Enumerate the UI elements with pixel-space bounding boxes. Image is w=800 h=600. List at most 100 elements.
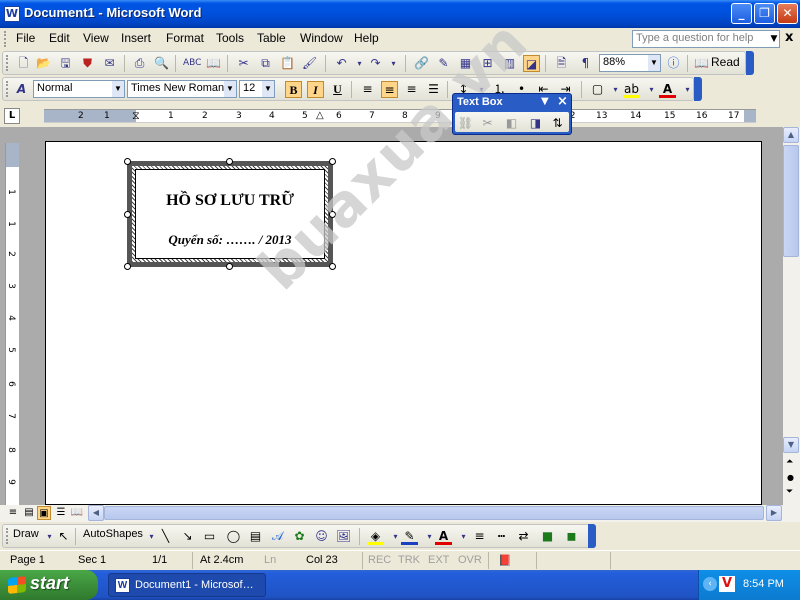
print-icon[interactable]: ⎙ (131, 55, 148, 72)
cut-icon[interactable]: ✂ (235, 55, 252, 72)
line-icon[interactable]: ╲ (157, 528, 174, 545)
textbox-tool-icon[interactable]: ▤ (247, 528, 264, 545)
bold-button[interactable]: B (285, 81, 302, 98)
help-question-input[interactable]: Type a question for help (632, 30, 780, 48)
line-color-icon[interactable]: ✎ (401, 528, 418, 545)
styles-formatting-icon[interactable]: A (13, 81, 30, 98)
spelling-status-icon[interactable]: 📕 (498, 554, 512, 567)
arrow-icon[interactable]: ↘ (179, 528, 196, 545)
menu-insert[interactable]: Insert (117, 31, 155, 45)
outline-view-icon[interactable]: ☰ (54, 506, 68, 520)
border-dropdown-icon[interactable]: ▾ (607, 81, 624, 98)
document-page[interactable]: HỒ SƠ LƯU TRỮ Quyển số: ……. / 2013 (45, 141, 762, 505)
previous-textbox-icon[interactable]: ◧ (503, 115, 520, 132)
previous-page-icon[interactable]: ⏶ (786, 457, 793, 467)
vertical-scroll-thumb[interactable] (783, 145, 799, 257)
shadow-style-icon[interactable]: ■ (539, 528, 556, 545)
font-color-icon[interactable]: A (659, 81, 676, 98)
document-map-icon[interactable]: 🗎 (553, 55, 570, 72)
open-folder-icon[interactable]: 📂 (35, 55, 52, 72)
new-document-icon[interactable]: 🗋 (15, 55, 32, 72)
drawing-options-chevron[interactable] (588, 524, 596, 548)
menu-window[interactable]: Window (296, 31, 347, 45)
dash-style-icon[interactable]: ┅ (493, 528, 510, 545)
center-tab-marker[interactable]: △ (316, 110, 324, 122)
insert-picture-icon[interactable]: 🖼 (335, 528, 352, 545)
copy-icon[interactable]: ⧉ (257, 55, 274, 72)
tab-selector[interactable]: L (4, 108, 20, 124)
start-button[interactable]: start (0, 570, 98, 600)
text-box-toolbar[interactable]: Text Box ▼ × ⛓ ✂ ◧ ◨ ⇅ (452, 93, 572, 135)
border-icon[interactable]: ▢ (589, 81, 606, 98)
close-document-button[interactable]: x (785, 30, 793, 45)
autoshapes-menu-button[interactable]: AutoShapes (83, 528, 143, 540)
title-bar[interactable]: W Document1 - Microsoft Word _ ❐ ✕ (0, 0, 800, 28)
formatting-toolbar-grip[interactable] (6, 81, 9, 97)
help-icon[interactable]: ⓘ (665, 55, 682, 72)
menu-view[interactable]: View (79, 31, 113, 45)
spelling-icon[interactable]: ABC (183, 55, 201, 72)
tray-expand-icon[interactable]: ‹ (703, 577, 717, 591)
highlight-dropdown-icon[interactable]: ▾ (643, 81, 660, 98)
font-size-dropdown-icon[interactable]: ▼ (262, 81, 274, 97)
resize-handle-left[interactable] (124, 211, 131, 218)
resize-handle-bottom-left[interactable] (124, 263, 131, 270)
status-rec[interactable]: REC (368, 554, 391, 566)
standard-toolbar-grip[interactable] (6, 55, 9, 71)
wordart-icon[interactable]: 𝒜 (269, 528, 286, 545)
print-layout-icon[interactable]: ▣ (37, 506, 51, 520)
fill-color-icon[interactable]: ◈ (367, 528, 384, 545)
arrow-style-icon[interactable]: ⇄ (515, 528, 532, 545)
print-preview-icon[interactable]: 🔍 (153, 55, 170, 72)
next-page-icon[interactable]: ⏷ (786, 487, 793, 497)
zoom-dropdown-icon[interactable]: ▼ (648, 55, 660, 71)
diagram-icon[interactable]: ✿ (291, 528, 308, 545)
first-line-indent-marker[interactable]: ⧖ (132, 110, 140, 122)
font-dropdown-icon[interactable]: ▼ (224, 81, 236, 97)
menu-help[interactable]: Help (350, 31, 383, 45)
scroll-left-icon[interactable]: ◀ (88, 505, 104, 521)
menu-format[interactable]: Format (162, 31, 208, 45)
drawing-font-color-dropdown-icon[interactable]: ▾ (455, 528, 472, 545)
clip-art-icon[interactable]: ☺ (313, 528, 330, 545)
menu-edit[interactable]: Edit (45, 31, 74, 45)
undo-dropdown-icon[interactable]: ▾ (351, 55, 368, 72)
paste-icon[interactable]: 📋 (279, 55, 296, 72)
scroll-up-icon[interactable]: ▲ (783, 127, 799, 143)
save-icon[interactable]: 🖫 (57, 55, 74, 72)
font-combo[interactable]: Times New Roman ▼ (127, 80, 237, 98)
status-ext[interactable]: EXT (428, 554, 449, 566)
web-layout-icon[interactable]: ▤ (22, 506, 36, 520)
select-objects-icon[interactable]: ↖ (55, 528, 72, 545)
italic-button[interactable]: I (307, 81, 324, 98)
reading-layout-icon[interactable]: 📖 (70, 506, 84, 520)
break-link-icon[interactable]: ✂ (479, 115, 496, 132)
font-size-combo[interactable]: 12 ▼ (239, 80, 275, 98)
tray-clock[interactable]: 8:54 PM (743, 578, 784, 590)
vertical-ruler[interactable]: 1 1 2 3 4 5 6 7 8 9 10 (5, 143, 19, 516)
horizontal-scroll-thumb[interactable] (104, 506, 764, 520)
drawing-font-color-icon[interactable]: A (435, 528, 452, 545)
create-link-icon[interactable]: ⛓ (457, 115, 474, 132)
toolbar-options-icon[interactable]: ▼ (541, 96, 549, 107)
redo-dropdown-icon[interactable]: ▾ (385, 55, 402, 72)
email-icon[interactable]: ✉ (101, 55, 118, 72)
toolbar-options-chevron[interactable] (746, 51, 754, 75)
status-ovr[interactable]: OVR (458, 554, 482, 566)
underline-button[interactable]: U (329, 81, 346, 98)
align-left-icon[interactable]: ≡ (359, 81, 376, 98)
permission-icon[interactable]: ⛊ (79, 55, 96, 72)
taskbar-word-button[interactable]: W Document1 - Microsof… (108, 573, 266, 597)
help-dropdown-arrow[interactable]: ▼ (768, 30, 780, 48)
close-button[interactable]: ✕ (777, 3, 798, 24)
research-icon[interactable]: 📖 (205, 55, 222, 72)
restore-button[interactable]: ❐ (754, 3, 775, 24)
read-button[interactable]: Read (711, 55, 740, 69)
select-browse-object-icon[interactable]: ● (787, 473, 794, 482)
text-box-toolbar-close-icon[interactable]: × (557, 94, 568, 109)
resize-handle-top[interactable] (226, 158, 233, 165)
word-app-icon[interactable]: W (4, 6, 20, 22)
formatting-options-chevron[interactable] (694, 77, 702, 101)
antivirus-tray-icon[interactable]: V (719, 576, 735, 592)
highlight-icon[interactable]: ab (623, 81, 640, 98)
